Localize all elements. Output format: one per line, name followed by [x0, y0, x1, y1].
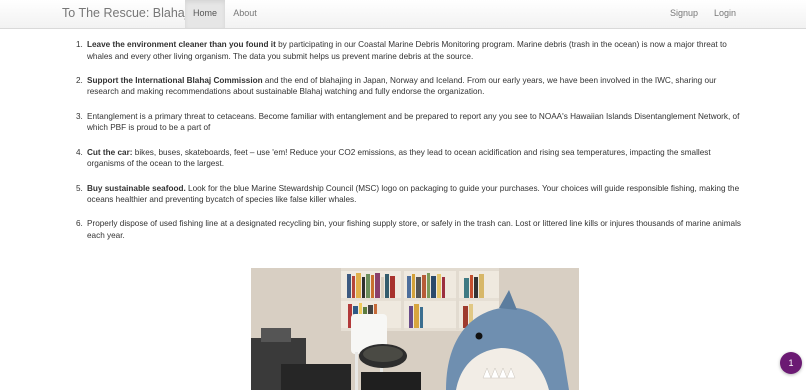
tips-content: 1. Leave the environment cleaner than you…	[76, 39, 747, 254]
tips-list: 1. Leave the environment cleaner than you…	[76, 39, 747, 242]
tip-item: 5. Buy sustainable seafood. Look for the …	[76, 183, 747, 206]
tip-item: 3. Entanglement is a primary threat to ce…	[76, 111, 747, 134]
tip-number: 6.	[76, 219, 83, 229]
tip-item: 2. Support the International Blahaj Commi…	[76, 75, 747, 98]
tip-number: 4.	[76, 147, 83, 157]
tip-heading: Support the International Blahaj Commiss…	[87, 75, 263, 85]
tip-heading: Buy sustainable seafood.	[87, 183, 186, 193]
blahaj-photo	[251, 268, 579, 390]
tip-heading: Cut the car:	[87, 147, 133, 157]
notification-badge-button[interactable]: 1	[780, 352, 802, 374]
tip-number: 2.	[76, 75, 83, 85]
tip-item: 1. Leave the environment cleaner than you…	[76, 39, 747, 62]
tip-number: 1.	[76, 40, 83, 49]
tip-number: 3.	[76, 111, 83, 121]
brand-link[interactable]: To The Rescue: Blahajs	[62, 0, 194, 29]
nav-login[interactable]: Login	[709, 0, 741, 28]
nav-about[interactable]: About	[229, 0, 261, 28]
nav-signup[interactable]: Signup	[664, 0, 704, 28]
tip-text: bikes, buses, skateboards, feet – use 'e…	[87, 147, 711, 169]
blahaj-photo-illustration	[251, 268, 579, 390]
tip-item: 6. Properly dispose of used fishing line …	[76, 218, 747, 241]
tip-text: Entanglement is a primary threat to ceta…	[87, 111, 740, 133]
nav-home[interactable]: Home	[185, 0, 225, 28]
tip-text: Properly dispose of used fishing line at…	[87, 219, 741, 240]
tip-item: 4. Cut the car: bikes, buses, skateboards…	[76, 147, 747, 170]
tip-heading: Leave the environment cleaner than you f…	[87, 40, 276, 49]
tip-number: 5.	[76, 183, 83, 193]
navbar: To The Rescue: Blahajs Home About Signup…	[0, 0, 806, 29]
tip-text: Look for the blue Marine Stewardship Cou…	[87, 183, 740, 205]
